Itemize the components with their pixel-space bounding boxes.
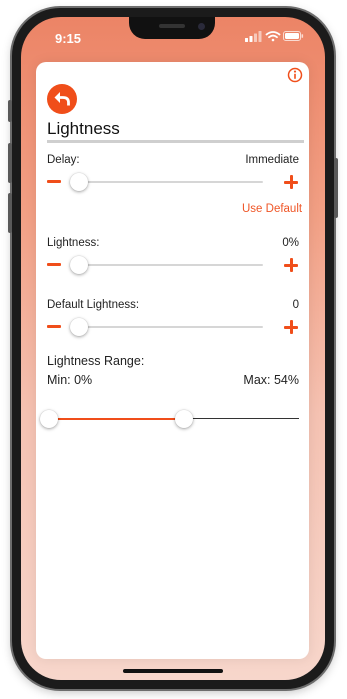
default-lightness-slider-track[interactable] [70,326,263,328]
range-max-thumb[interactable] [175,410,193,428]
signal-icon [245,31,262,42]
lightness-label: Lightness: [47,237,100,249]
status-time: 9:15 [55,31,82,46]
status-icons [245,29,305,48]
screen: 9:15 Lightness Delay: Immediate Use Defa… [21,17,325,680]
delay-value: Immediate [245,154,299,166]
notch [129,17,215,39]
undo-arrow-icon [54,92,70,106]
back-button[interactable] [47,84,77,114]
default-lightness-slider-thumb[interactable] [70,318,88,336]
settings-card: Lightness Delay: Immediate Use Default L… [36,62,309,659]
delay-label: Delay: [47,154,80,166]
power-button [334,158,338,218]
lightness-slider-thumb[interactable] [70,256,88,274]
front-camera [198,23,205,30]
use-default-button[interactable]: Use Default [242,203,302,215]
battery-icon [283,31,304,41]
phone-frame: 9:15 Lightness Delay: Immediate Use Defa… [8,8,338,689]
title-divider [47,140,304,143]
range-min-label: Min: 0% [47,373,93,387]
delay-increase-button[interactable] [284,175,298,189]
default-lightness-decrease-button[interactable] [47,325,61,328]
volume-up-button [8,143,12,183]
delay-slider-track[interactable] [70,181,263,183]
range-slider-track[interactable] [184,418,299,419]
lightness-range-label: Lightness Range: [47,354,145,368]
default-lightness-increase-button[interactable] [284,320,298,334]
default-lightness-label: Default Lightness: [47,299,140,311]
page-title: Lightness [47,119,120,138]
home-indicator [123,669,223,673]
lightness-value: 0% [282,237,299,249]
lightness-slider-track[interactable] [70,264,263,266]
delay-slider-thumb[interactable] [70,173,88,191]
range-min-thumb[interactable] [40,410,58,428]
delay-decrease-button[interactable] [47,180,61,183]
mute-switch [8,100,12,122]
speaker-grille [159,24,185,28]
info-icon[interactable] [287,67,303,88]
lightness-increase-button[interactable] [284,258,298,272]
lightness-decrease-button[interactable] [47,263,61,266]
default-lightness-value: 0 [292,299,299,311]
wifi-icon [265,31,281,42]
volume-down-button [8,193,12,233]
range-max-label: Max: 54% [243,373,299,387]
range-slider-selected-track[interactable] [49,418,184,420]
